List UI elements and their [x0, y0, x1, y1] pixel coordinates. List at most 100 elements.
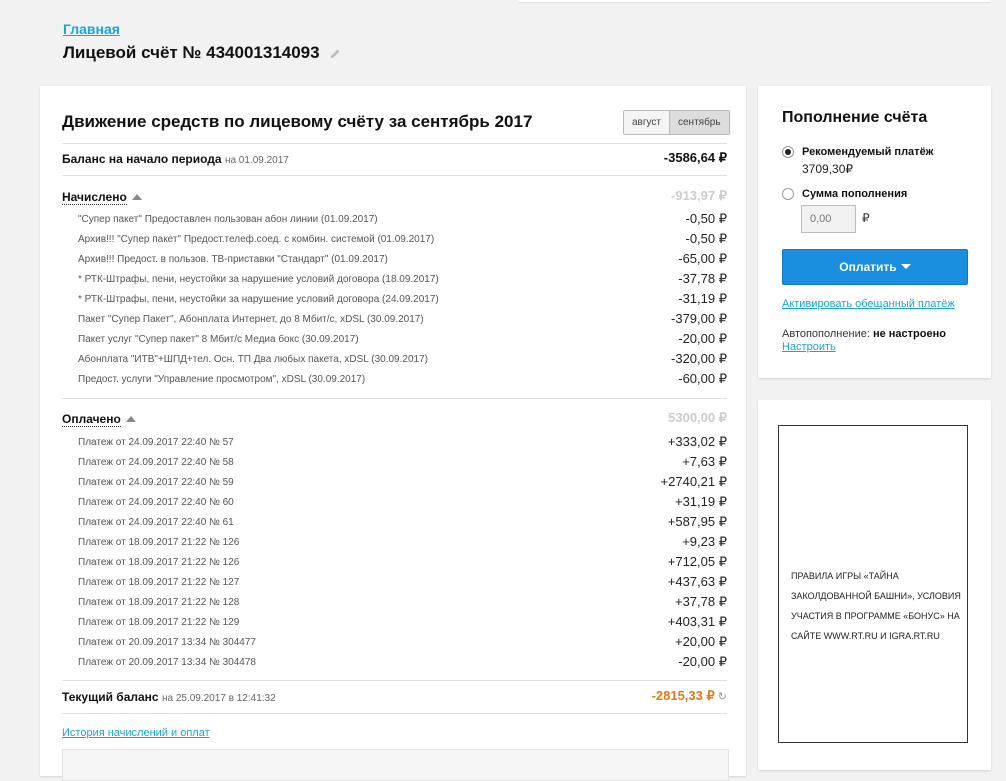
payment-row-desc: Платеж от 18.09.2017 21:22 № 126	[78, 557, 240, 568]
charge-row-amount: -60,00 ₽	[678, 371, 727, 386]
autopay-status: Автопополнение: не настроено	[782, 328, 946, 340]
charge-row: * РТК-Штрафы, пени, неустойки за нарушен…	[62, 290, 727, 310]
recommended-radio[interactable]	[782, 146, 794, 158]
charge-row-amount: -379,00 ₽	[671, 311, 727, 326]
payment-row-desc: Платеж от 20.09.2017 13:34 № 304477	[78, 637, 256, 648]
payment-row: Платеж от 24.09.2017 22:40 № 60 +31,19 ₽	[62, 493, 727, 513]
payment-row-desc: Платеж от 18.09.2017 21:22 № 127	[78, 577, 240, 588]
paid-total: 5300,00 ₽	[668, 410, 727, 425]
charge-row-desc: Пакет услуг "Супер пакет" 8 Мбит/с Медиа…	[78, 334, 359, 345]
payment-row: Платеж от 24.09.2017 22:40 № 57 +333,02 ₽	[62, 433, 727, 453]
payment-row: Платеж от 20.09.2017 13:34 № 304477 +20,0…	[62, 633, 727, 653]
payment-row: Платеж от 24.09.2017 22:40 № 58 +7,63 ₽	[62, 453, 727, 473]
payment-row: Платеж от 24.09.2017 22:40 № 61 +587,95 ₽	[62, 513, 727, 533]
charge-row: Пакет "Супер Пакет", Абонплата Интернет,…	[62, 310, 727, 330]
payment-row-amount: +333,02 ₽	[667, 434, 727, 449]
pay-button-label: Оплатить	[839, 260, 897, 274]
payment-row-amount: +437,63 ₽	[667, 574, 727, 589]
promo-text: ПРАВИЛА ИГРЫ «ТАЙНА ЗАКОЛДОВАННОЙ БАШНИ»…	[791, 571, 961, 641]
payment-row-amount: +20,00 ₽	[674, 634, 727, 649]
amount-input[interactable]	[801, 205, 856, 233]
recommended-label[interactable]: Рекомендуемый платёж	[802, 146, 933, 158]
charge-row-amount: -20,00 ₽	[678, 331, 727, 346]
statement-title: Движение средств по лицевому счёту за се…	[62, 112, 533, 131]
payment-row-amount: +403,31 ₽	[667, 614, 727, 629]
current-balance-row: Текущий баланс на 25.09.2017 в 12:41:32 …	[62, 687, 727, 707]
breadcrumb-home-link[interactable]: Главная	[63, 21, 120, 37]
charge-row: Пакет услуг "Супер пакет" 8 Мбит/с Медиа…	[62, 330, 727, 350]
charge-row: "Супер пакет" Предоставлен пользован або…	[62, 210, 727, 230]
charge-row-amount: -320,00 ₽	[671, 351, 727, 366]
divider	[62, 713, 727, 714]
charge-row-desc: Архив!!! Предост. в пользов. ТВ-приставк…	[78, 254, 388, 265]
history-link[interactable]: История начислений и оплат	[62, 727, 210, 739]
custom-amount-label[interactable]: Сумма пополнения	[802, 188, 907, 200]
charge-row-amount: -65,00 ₽	[678, 251, 727, 266]
charge-row-desc: * РТК-Штрафы, пени, неустойки за нарушен…	[78, 274, 439, 285]
autopay-setup-link[interactable]: Настроить	[782, 341, 836, 353]
account-title-text: Лицевой счёт № 434001314093	[63, 43, 320, 62]
charge-row: Архив!!! "Супер пакет" Предост.телеф.сое…	[62, 230, 727, 250]
chevron-down-icon	[900, 264, 911, 269]
payment-row-desc: Платеж от 24.09.2017 22:40 № 60	[78, 497, 234, 508]
history-placeholder-box	[62, 749, 729, 781]
charge-row-amount: -0,50 ₽	[685, 211, 727, 226]
pencil-icon[interactable]	[330, 44, 341, 64]
current-balance-label: Текущий баланс	[62, 690, 159, 704]
current-balance-date: на 25.09.2017 в 12:41:32	[161, 693, 276, 704]
payment-row: Платеж от 24.09.2017 22:40 № 59 +2740,21 …	[62, 473, 727, 493]
payment-row-desc: Платеж от 24.09.2017 22:40 № 61	[78, 517, 234, 528]
payment-row: Платеж от 18.09.2017 21:22 № 129 +403,31 …	[62, 613, 727, 633]
payment-row-amount: +31,19 ₽	[674, 494, 727, 509]
payment-row-desc: Платеж от 18.09.2017 21:22 № 126	[78, 537, 240, 548]
promo-banner[interactable]: ПРАВИЛА ИГРЫ «ТАЙНА ЗАКОЛДОВАННОЙ БАШНИ»…	[778, 425, 968, 743]
payment-row-amount: +9,23 ₽	[682, 534, 727, 549]
caret-up-icon[interactable]	[125, 416, 136, 422]
divider	[62, 680, 727, 681]
promise-payment-link[interactable]: Активировать обещанный платёж	[782, 298, 955, 310]
divider	[62, 398, 727, 399]
charge-row: Предост. услуги "Управление просмотром",…	[62, 370, 727, 390]
charge-row: Абонплата "ИТВ"+ШПД+тел. Осн. ТП Два люб…	[62, 350, 727, 370]
page-title: Лицевой счёт № 434001314093	[63, 43, 341, 64]
payment-row-amount: +7,63 ₽	[682, 454, 727, 469]
refresh-icon[interactable]: ↻	[718, 690, 727, 703]
opening-balance-amount: -3586,64 ₽	[663, 150, 727, 165]
payment-row-desc: Платеж от 18.09.2017 21:22 № 128	[78, 597, 240, 608]
charge-row-desc: * РТК-Штрафы, пени, неустойки за нарушен…	[78, 294, 439, 305]
topup-panel: Пополнение счёта Рекомендуемый платёж 37…	[758, 86, 991, 378]
month-august-button[interactable]: август	[624, 111, 669, 134]
currency-sign: ₽	[862, 211, 870, 225]
payment-row-amount: +587,95 ₽	[667, 514, 727, 529]
charged-label[interactable]: Начислено	[62, 190, 127, 205]
top-bar	[519, 0, 991, 3]
month-switch: август сентябрь	[623, 110, 730, 135]
custom-amount-radio[interactable]	[782, 188, 794, 200]
month-september-button[interactable]: сентябрь	[669, 111, 729, 134]
autopay-label: Автопополнение:	[782, 328, 870, 340]
charge-row-desc: "Супер пакет" Предоставлен пользован або…	[78, 214, 378, 225]
statement-panel: Движение средств по лицевому счёту за се…	[40, 86, 746, 781]
payment-row-desc: Платеж от 24.09.2017 22:40 № 58	[78, 457, 234, 468]
pay-button[interactable]: Оплатить	[782, 249, 968, 285]
paid-label[interactable]: Оплачено	[62, 412, 121, 427]
opening-balance-label: Баланс на начало периода	[62, 152, 222, 166]
charged-header[interactable]: Начислено -913,97 ₽	[62, 187, 727, 207]
caret-up-icon[interactable]	[131, 194, 142, 200]
payment-row-desc: Платеж от 20.09.2017 13:34 № 304478	[78, 657, 256, 668]
payment-row: Платеж от 18.09.2017 21:22 № 126 +9,23 ₽	[62, 533, 727, 553]
paid-header[interactable]: Оплачено 5300,00 ₽	[62, 409, 727, 429]
charge-row: Архив!!! Предост. в пользов. ТВ-приставк…	[62, 250, 727, 270]
charge-row-desc: Пакет "Супер Пакет", Абонплата Интернет,…	[78, 314, 424, 325]
payment-row-amount: -20,00 ₽	[678, 654, 727, 669]
opening-balance-date: на 01.09.2017	[224, 155, 289, 166]
payment-row: Платеж от 18.09.2017 21:22 № 128 +37,78 ₽	[62, 593, 727, 613]
charged-total: -913,97 ₽	[671, 188, 727, 203]
payment-row-amount: +37,78 ₽	[674, 594, 727, 609]
autopay-value: не настроено	[872, 328, 946, 340]
divider	[62, 175, 727, 176]
charge-row-amount: -31,19 ₽	[678, 291, 727, 306]
current-balance-amount: -2815,33 ₽	[651, 688, 715, 703]
promo-panel: ПРАВИЛА ИГРЫ «ТАЙНА ЗАКОЛДОВАННОЙ БАШНИ»…	[758, 400, 991, 770]
current-balance-amount-wrap: -2815,33 ₽ ↻	[652, 688, 727, 704]
